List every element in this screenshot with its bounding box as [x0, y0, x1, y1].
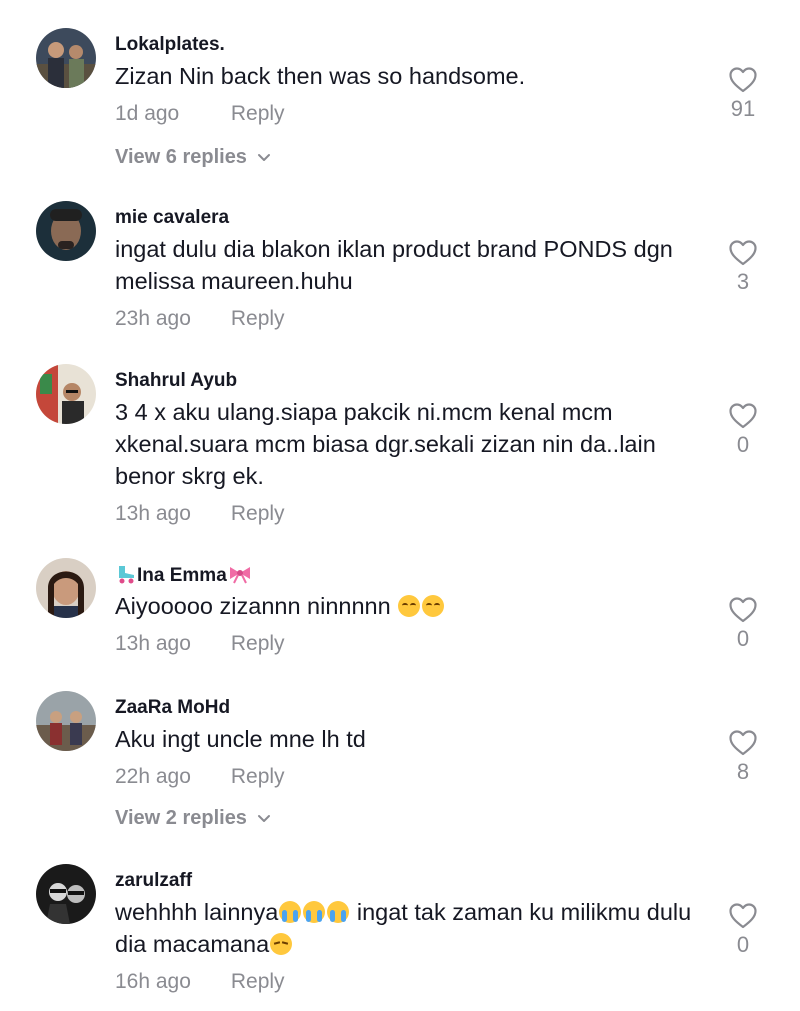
- avatar[interactable]: [36, 28, 96, 88]
- grinning-sweat-emoji: [398, 595, 421, 617]
- like-count: 0: [736, 932, 750, 957]
- comment-username[interactable]: mie cavalera: [115, 207, 229, 229]
- grinning-sweat-emoji: [422, 595, 445, 617]
- like-group: 3: [722, 239, 764, 295]
- reply-button[interactable]: Reply: [231, 632, 285, 656]
- comment-text: Aku ingt uncle mne lh td: [115, 726, 366, 752]
- like-group: 0: [722, 402, 764, 458]
- reply-button[interactable]: Reply: [231, 502, 285, 526]
- like-group: 0: [722, 596, 764, 652]
- avatar[interactable]: [36, 364, 96, 424]
- heart-outline-icon[interactable]: [728, 902, 758, 930]
- chevron-down-icon: [257, 814, 270, 822]
- like-group: 0: [722, 902, 764, 958]
- like-group: 8: [722, 729, 764, 785]
- chevron-down-icon: [257, 153, 270, 161]
- comment-username[interactable]: Lokalplates.: [115, 34, 225, 56]
- loudly-crying-emoji: [303, 901, 326, 923]
- comment-meta: 23h ago Reply: [115, 307, 285, 331]
- view-replies-label: View 2 replies: [115, 807, 247, 829]
- comment-time: 16h ago: [115, 970, 191, 993]
- comment-text: ingat dulu dia blakon iklan product bran…: [115, 236, 673, 294]
- roller-skate-icon: [119, 566, 134, 584]
- view-replies-label: View 6 replies: [115, 146, 247, 168]
- comment-list: Lokalplates. Zizan Nin back then was so …: [0, 0, 800, 1011]
- like-count: 0: [736, 626, 750, 651]
- comment-username[interactable]: ZaaRa MoHd: [115, 697, 230, 719]
- loudly-crying-emoji: [327, 901, 350, 923]
- avatar[interactable]: [36, 691, 96, 751]
- avatar[interactable]: [36, 201, 96, 261]
- comment-username[interactable]: Shahrul Ayub: [115, 370, 237, 392]
- comment-username-text: Ina Emma: [137, 565, 227, 586]
- pensive-emoji: [270, 933, 293, 955]
- comment-time: 13h ago: [115, 632, 191, 655]
- comment-time: 1d ago: [115, 102, 180, 125]
- reply-button[interactable]: Reply: [231, 102, 285, 126]
- ribbon-icon: [229, 567, 250, 584]
- comment-text-content: wehhhh lainnya: [115, 899, 279, 925]
- comment-text: Aiyooooo zizannn ninnnnn: [115, 590, 715, 622]
- comment-meta: 16h ago Reply: [115, 970, 285, 994]
- view-replies-button[interactable]: View 6 replies: [115, 146, 271, 169]
- heart-outline-icon[interactable]: [728, 239, 758, 267]
- reply-button[interactable]: Reply: [231, 970, 285, 994]
- comment-text: Zizan Nin back then was so handsome.: [115, 63, 526, 89]
- comment-time: 13h ago: [115, 502, 191, 525]
- view-replies-button[interactable]: View 2 replies: [115, 807, 271, 830]
- heart-outline-icon[interactable]: [728, 596, 758, 624]
- avatar[interactable]: [36, 864, 96, 924]
- comment-text-content: Aiyooooo zizannn ninnnnn: [115, 593, 391, 619]
- heart-outline-icon[interactable]: [728, 729, 758, 757]
- loudly-crying-emoji: [279, 901, 302, 923]
- avatar[interactable]: [36, 558, 96, 618]
- comment-meta: 13h ago Reply: [115, 502, 285, 526]
- comment-meta: 13h ago Reply: [115, 632, 285, 656]
- like-count: 8: [736, 759, 750, 784]
- reply-button[interactable]: Reply: [231, 307, 285, 331]
- like-count: 91: [730, 96, 756, 121]
- comment-time: 22h ago: [115, 765, 191, 788]
- comment-meta: 22h ago Reply: [115, 765, 285, 789]
- comment-text: 3 4 x aku ulang.siapa pakcik ni.mcm kena…: [115, 399, 656, 489]
- reply-button[interactable]: Reply: [231, 765, 285, 789]
- like-count: 3: [736, 269, 750, 294]
- comment-time: 23h ago: [115, 307, 191, 330]
- heart-outline-icon[interactable]: [728, 402, 758, 430]
- comment-username[interactable]: zarulzaff: [115, 870, 192, 892]
- like-group: 91: [722, 66, 764, 122]
- like-count: 0: [736, 432, 750, 457]
- comment-text: wehhhh lainnya ingat tak zaman ku milikm…: [115, 896, 695, 960]
- comment-meta: 1d ago Reply: [115, 102, 285, 126]
- heart-outline-icon[interactable]: [728, 66, 758, 94]
- comment-username[interactable]: Ina Emma: [115, 564, 253, 587]
